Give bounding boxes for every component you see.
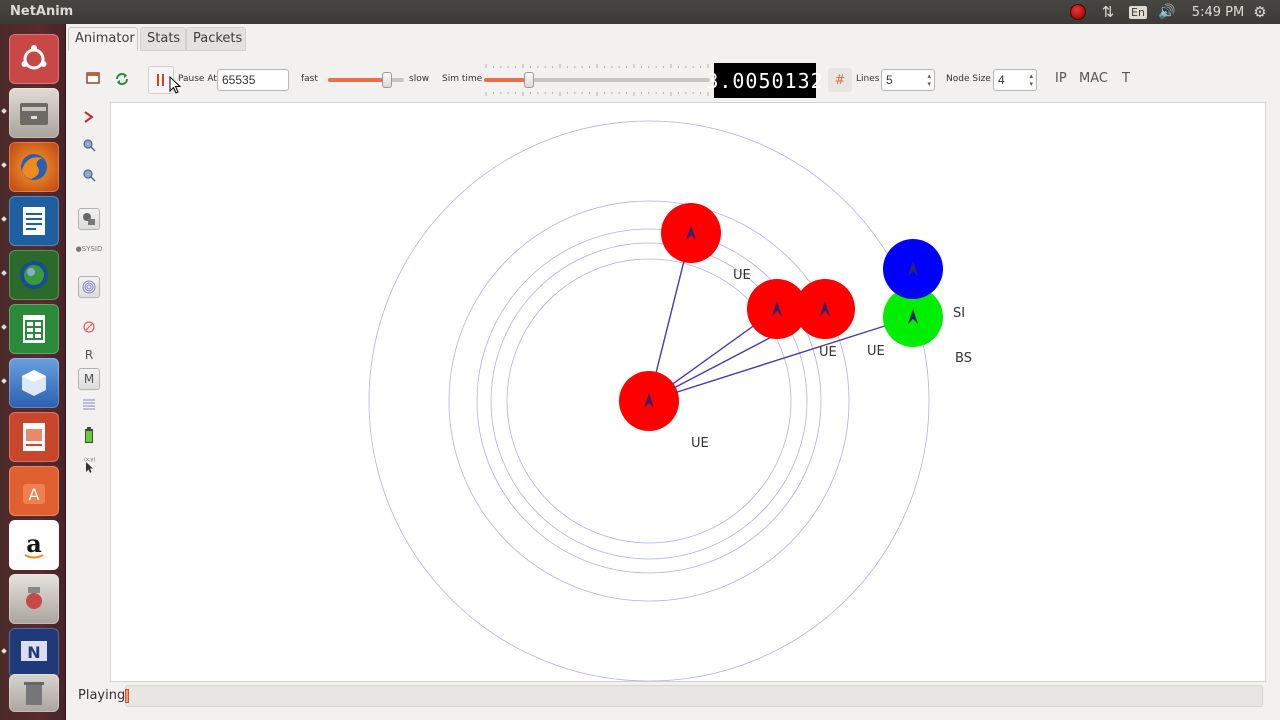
system-settings-icon[interactable] xyxy=(9,574,59,624)
node-sysid-icon[interactable]: ●SYSID xyxy=(76,242,103,256)
launcher-running-pip xyxy=(1,378,7,384)
netanim-icon[interactable]: N xyxy=(9,628,59,678)
fast-forward-icon[interactable] xyxy=(80,108,98,126)
animation-canvas[interactable]: UE UE UE UE BS SI xyxy=(110,102,1266,682)
status-progress-track xyxy=(125,685,1263,707)
keyboard-layout-label: En xyxy=(1129,5,1147,19)
t-toggle[interactable]: T xyxy=(1122,71,1130,86)
writer-icon[interactable] xyxy=(9,196,59,246)
pause-icon xyxy=(157,74,164,86)
launcher-running-pip xyxy=(1,648,7,654)
mac-toggle[interactable]: MAC xyxy=(1079,71,1108,86)
stop-icon[interactable] xyxy=(80,318,98,336)
tab-animator[interactable]: Animator xyxy=(68,27,138,51)
top-panel: NetAnim ⇅ En 🔊 5:49 PM ⚙ xyxy=(0,0,1280,24)
node-size-spinner-arrows[interactable]: ▴ ▾ xyxy=(1029,72,1033,88)
svg-text:A: A xyxy=(29,485,40,504)
lines-list-icon[interactable] xyxy=(80,396,98,414)
reload-icon[interactable] xyxy=(114,71,130,87)
lines-label: Lines xyxy=(856,74,880,84)
m-toggle-label: M xyxy=(78,368,100,390)
pause-at-input[interactable] xyxy=(217,69,289,91)
svg-text:(x,y): (x,y) xyxy=(84,457,95,463)
app-title: NetAnim xyxy=(10,4,74,19)
status-bar: Playing xyxy=(66,682,1280,712)
launcher-running-pip xyxy=(1,324,7,330)
sim-time-display: 3.0050132 xyxy=(706,63,823,98)
launcher-running-pip xyxy=(1,108,7,114)
launcher-running-pip xyxy=(1,270,7,276)
node-bs-4[interactable]: BS xyxy=(883,287,972,366)
pause-at-label: Pause At xyxy=(178,74,217,84)
lines-spinner-arrows[interactable]: ▴ ▾ xyxy=(927,72,931,88)
svg-text:N: N xyxy=(27,643,40,662)
sim-time-label: Sim time xyxy=(442,74,483,84)
files-icon[interactable] xyxy=(9,88,59,138)
node-label: BS xyxy=(955,351,972,366)
impress-icon[interactable] xyxy=(9,412,59,462)
node-label: UE xyxy=(867,344,885,359)
volume-icon[interactable]: 🔊 xyxy=(1156,0,1178,24)
amazon-icon[interactable]: a xyxy=(9,520,59,570)
firefox-icon[interactable] xyxy=(9,142,59,192)
node-size-label: Node Size xyxy=(946,74,991,84)
sim-time-ticks xyxy=(485,64,709,96)
tab-bar: Animator Stats Packets xyxy=(66,24,1280,52)
launcher-running-pip xyxy=(1,216,7,222)
open-file-icon[interactable] xyxy=(86,72,100,84)
status-progress-indicator xyxy=(125,689,129,703)
speed-slider-handle[interactable] xyxy=(382,72,393,88)
network-scene: UE UE UE UE BS SI xyxy=(368,120,972,682)
network-icon[interactable]: ⇅ xyxy=(1098,0,1118,24)
speed-fast-label: fast xyxy=(301,74,318,84)
show-wireless-circles-button[interactable] xyxy=(78,276,100,298)
status-text: Playing xyxy=(78,688,126,703)
ip-toggle[interactable]: IP xyxy=(1055,71,1067,86)
animator-toolbar: Pause At fast slow Sim time 3.0050132 # … xyxy=(66,60,1280,100)
node-label: UE xyxy=(691,436,709,451)
node-label: UE xyxy=(733,268,751,283)
node-label: SI xyxy=(953,306,965,321)
keyboard-layout-indicator[interactable]: En xyxy=(1128,0,1148,24)
grid-toggle-button[interactable]: # xyxy=(828,68,852,92)
record-indicator-icon[interactable] xyxy=(1068,0,1088,24)
r-toggle[interactable]: R xyxy=(80,346,98,364)
grid-icon: # xyxy=(834,72,846,88)
zoom-in-icon[interactable] xyxy=(80,136,98,154)
launcher: A a N xyxy=(0,24,66,720)
m-toggle-button[interactable]: M xyxy=(78,368,100,390)
virtualbox-icon[interactable] xyxy=(9,358,59,408)
netanim-window: Animator Stats Packets Pause At fast slo… xyxy=(66,24,1280,720)
tab-stats[interactable]: Stats xyxy=(140,27,186,51)
mouse-position-icon[interactable]: (x,y) xyxy=(80,456,98,474)
calc-icon[interactable] xyxy=(9,304,59,354)
clock[interactable]: 5:49 PM xyxy=(1190,0,1246,24)
ubuntu-dash-icon[interactable] xyxy=(9,34,59,84)
wireless-circles-icon xyxy=(82,280,96,294)
zoom-out-icon[interactable] xyxy=(80,166,98,184)
tab-packets[interactable]: Packets xyxy=(186,27,246,51)
node-label: UE xyxy=(819,345,837,360)
nodes: UE UE UE UE BS SI xyxy=(619,203,972,451)
node-description-button[interactable] xyxy=(78,208,100,230)
node-description-icon xyxy=(83,213,95,225)
node-ue-0[interactable]: UE xyxy=(619,371,709,451)
gear-icon[interactable]: ⚙ xyxy=(1250,0,1270,24)
software-center-icon[interactable]: A xyxy=(9,466,59,516)
speed-slider-fill xyxy=(328,78,388,82)
launcher-running-pip xyxy=(1,162,7,168)
trash-icon[interactable] xyxy=(9,674,59,712)
node-ue-3[interactable]: UE xyxy=(795,279,885,359)
svg-text:a: a xyxy=(26,529,42,558)
speed-slow-label: slow xyxy=(409,74,430,84)
wireshark-icon[interactable] xyxy=(9,250,59,300)
battery-icon[interactable] xyxy=(80,426,98,444)
